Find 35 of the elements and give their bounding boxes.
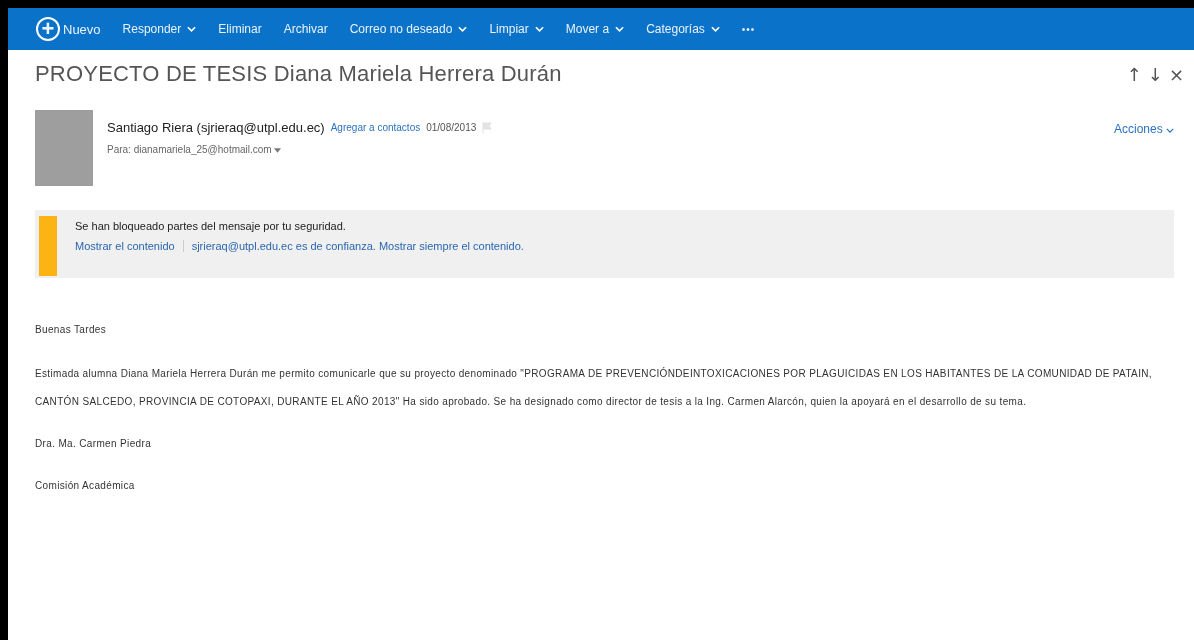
message-date: 01/08/2013: [426, 122, 477, 133]
chevron-down-icon: [534, 26, 544, 32]
chevron-down-icon: [1166, 128, 1174, 133]
body-paragraph: Dra. Ma. Carmen Piedra: [35, 437, 153, 451]
body-paragraph: Buenas Tardes: [35, 323, 108, 337]
toolbar-button[interactable]: Archivar: [283, 22, 328, 36]
body-paragraph: Estimada alumna Diana Mariela Herrera Durán me permito comunicarle que su proyecto denominado "PROGRAMA DE PREVENCIÓNDEINTOXICACIONES POR PLAGUICIDAS EN LOS HABITANTES DE LA COMUNIDAD DE PATAIN, CANTÓN SALCEDO, PROVINCIA DE COTOPAXI, DURANTE EL AÑO 2013" Ha sido aprobado. Se ha designado como director de tesis a la Ing. Carmen Alarcón, quien la apoyará en el desarrollo de su tema.: [35, 366, 1153, 409]
sender-name: Santiago Riera (sjrieraq@utpl.edu.ec): [107, 120, 325, 135]
plus-icon: +: [36, 17, 60, 41]
nav-button[interactable]: ↓: [1147, 63, 1163, 85]
warning-text: Se han bloqueado partes del mensaje por tu seguridad.: [75, 220, 347, 232]
actions-button[interactable]: Acciones: [1113, 122, 1174, 136]
recipient-field[interactable]: Para: dianamariela_25@hotmail.com: [107, 144, 282, 155]
warning-link[interactable]: sjrieraq@utpl.edu.ec es de confianza. Mostrar siempre el contenido.: [191, 240, 524, 252]
caret-down-icon: [274, 148, 282, 153]
warning-link[interactable]: Mostrar el contenido: [75, 240, 175, 252]
body-paragraph: Comisión Académica: [35, 479, 136, 493]
add-contact-link[interactable]: Agregar a contactos: [330, 122, 421, 133]
message-subject: PROYECTO DE TESIS Diana Mariela Herrera Durán: [35, 61, 562, 87]
chevron-down-icon: [187, 26, 197, 32]
new-button[interactable]: + Nuevo: [36, 17, 101, 41]
toolbar-button[interactable]: Correo no deseado: [349, 22, 468, 36]
chevron-down-icon: [710, 26, 720, 32]
flag-icon[interactable]: [482, 121, 493, 134]
toolbar-button[interactable]: Mover a: [565, 22, 625, 36]
toolbar-button[interactable]: Eliminar: [218, 22, 262, 36]
chevron-down-icon: [615, 26, 625, 32]
chevron-down-icon: [458, 26, 468, 32]
more-button[interactable]: •••: [741, 23, 756, 35]
warning-stripe: [39, 216, 57, 276]
toolbar-button[interactable]: Responder: [122, 22, 197, 36]
nav-button[interactable]: ↑: [1126, 63, 1142, 85]
toolbar-button[interactable]: Limpiar: [489, 22, 544, 36]
nav-button[interactable]: ×: [1168, 63, 1184, 85]
toolbar-button[interactable]: Categorías: [646, 22, 720, 36]
